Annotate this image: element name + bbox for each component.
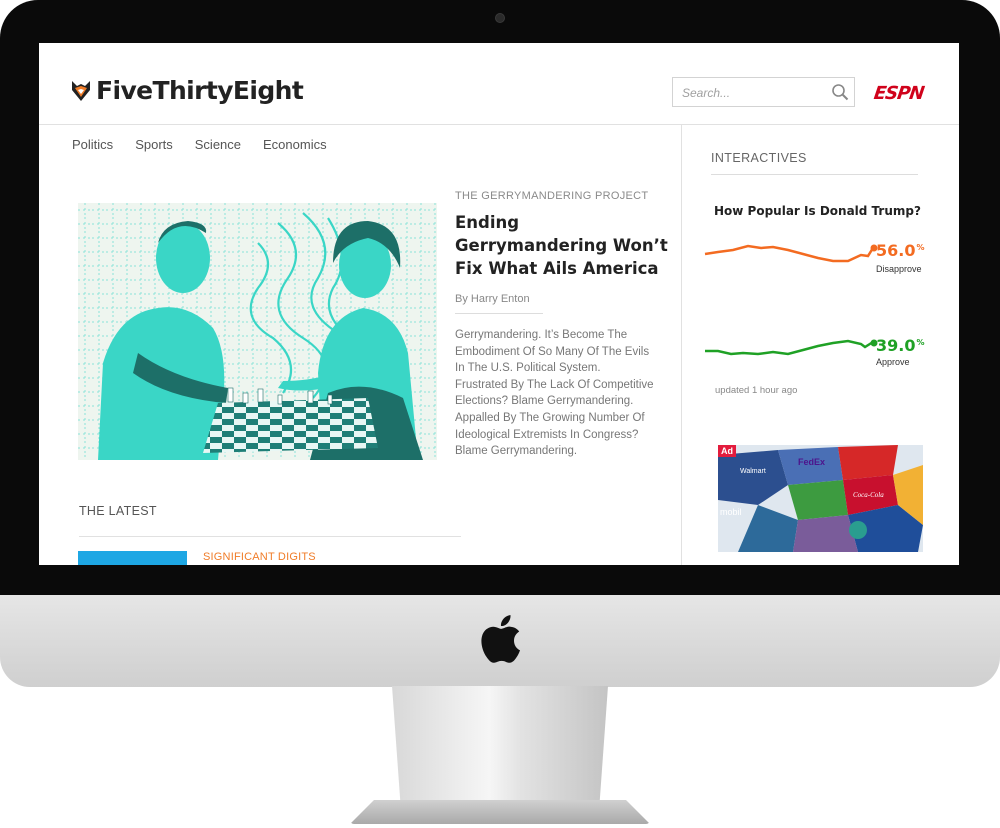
ad-brand-mobil: mobil (720, 507, 742, 517)
approve-trend-line (705, 339, 874, 356)
latest-thumbnail[interactable] (78, 551, 187, 565)
ad-brand-cocacola: Coca-Cola (853, 491, 884, 499)
article-headline[interactable]: Ending Gerrymandering Won’t Fix What Ail… (455, 211, 670, 280)
approve-label: Approve (876, 357, 910, 367)
monitor-foot (350, 800, 650, 824)
site-logo[interactable]: FiveThirtyEight (72, 76, 304, 105)
byline-divider (455, 313, 543, 314)
search-icon[interactable] (831, 83, 849, 101)
approval-widget-title[interactable]: How Popular Is Donald Trump? (714, 204, 921, 218)
ad-banner[interactable]: Walmart FedEx Coca-Cola mobil Ad (718, 445, 923, 552)
camera-icon (495, 13, 505, 23)
section-nav: Politics Sports Science Economics (72, 137, 327, 152)
disapprove-value: 56.0% (876, 241, 925, 260)
ad-brand-fedex: FedEx (798, 457, 825, 467)
nav-item-politics[interactable]: Politics (72, 137, 113, 152)
article-byline[interactable]: By Harry Enton (455, 293, 530, 305)
approve-value: 39.0% (876, 336, 925, 355)
logo-text: FiveThirtyEight (96, 76, 304, 105)
ad-map-image: Walmart FedEx Coca-Cola mobil (718, 445, 923, 552)
article-excerpt: Gerrymandering. It’s Become The Embodime… (455, 329, 654, 458)
disapprove-trend-line (704, 244, 875, 263)
interactives-title: INTERACTIVES (711, 151, 807, 165)
search-input[interactable] (680, 79, 824, 107)
nav-item-sports[interactable]: Sports (135, 137, 173, 152)
article-kicker[interactable]: THE GERRYMANDERING PROJECT (455, 190, 648, 202)
site-header: FiveThirtyEight ESPN (39, 43, 959, 125)
latest-kicker[interactable]: SIGNIFICANT DIGITS (203, 551, 316, 563)
column-divider (681, 125, 682, 565)
nav-item-science[interactable]: Science (195, 137, 241, 152)
monitor-stand (392, 686, 608, 806)
disapprove-label: Disapprove (876, 264, 922, 274)
nav-item-economics[interactable]: Economics (263, 137, 327, 152)
approval-updated: updated 1 hour ago (715, 385, 798, 396)
browser-screen: FiveThirtyEight ESPN Politics Sports Sci… (39, 43, 959, 565)
ad-brand-walmart: Walmart (740, 468, 766, 475)
hero-image[interactable] (78, 203, 437, 460)
espn-logo[interactable]: ESPN (873, 83, 925, 104)
interactives-divider (711, 174, 918, 175)
latest-divider (79, 536, 461, 537)
apple-logo-icon (481, 615, 520, 663)
ad-badge: Ad (718, 445, 736, 457)
search-box[interactable] (672, 77, 855, 107)
latest-section-title: THE LATEST (79, 504, 157, 518)
fox-logo-icon (72, 80, 90, 101)
